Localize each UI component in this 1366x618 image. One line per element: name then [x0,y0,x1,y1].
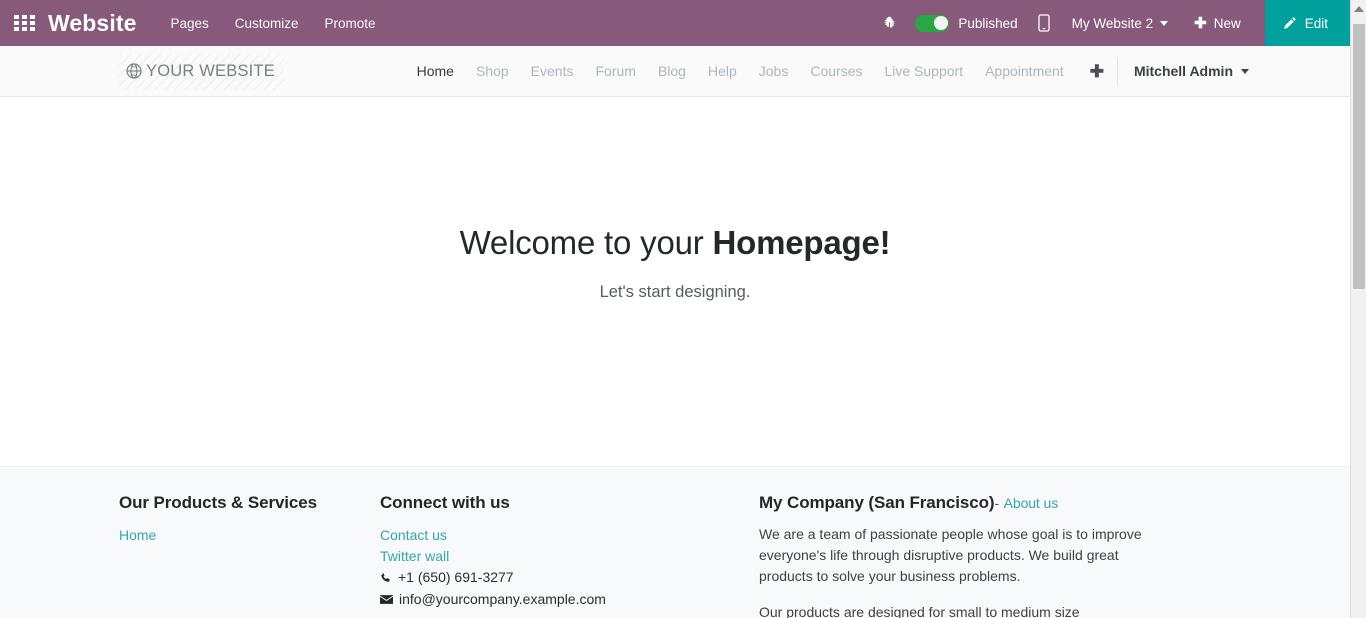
footer-paragraph-2: Our products are designed for small to m… [759,604,1080,618]
pencil-icon [1283,17,1296,30]
envelope-icon [380,594,393,605]
footer-phone-row: +1 (650) 691-3277 [380,567,759,589]
user-menu-dropdown[interactable]: Mitchell Admin [1120,63,1249,79]
website-footer: Our Products & Services Home Connect wit… [0,466,1350,618]
footer-heading-company: My Company (San Francisco)- About us [759,493,1169,513]
toggle-knob [933,16,948,30]
odoo-system-bar: Website Pages Customize Promote Publishe… [0,0,1350,46]
new-button-label: New [1213,15,1241,31]
page-title-bold: Homepage! [712,224,891,261]
sysmenu-item-pages[interactable]: Pages [170,16,208,31]
nav-item-jobs[interactable]: Jobs [748,63,800,79]
footer-column-products: Our Products & Services Home [0,493,380,618]
phone-icon [380,572,392,584]
footer-column-company: My Company (San Francisco)- About us We … [759,493,1229,618]
nav-item-live-support[interactable]: Live Support [873,63,974,79]
chevron-down-icon [1160,20,1169,26]
apps-grid-icon[interactable] [14,15,36,31]
website-logo-text: YOUR WEBSITE [146,61,275,80]
sysmenu-item-customize[interactable]: Customize [235,16,299,31]
website-selector-dropdown[interactable]: My Website 2 [1072,16,1169,31]
nav-item-help[interactable]: Help [697,63,748,79]
footer-link-about-us[interactable]: About us [1004,495,1059,511]
footer-column-connect: Connect with us Contact us Twitter wall … [380,493,759,618]
publish-toggle-switch[interactable] [915,14,950,32]
system-menu: Pages Customize Promote [170,16,375,31]
nav-item-blog[interactable]: Blog [647,63,697,79]
footer-heading-products: Our Products & Services [119,493,317,512]
mobile-preview-icon[interactable] [1037,14,1050,32]
nav-item-home[interactable]: Home [406,63,465,79]
app-name: Website [48,9,137,36]
footer-email-row: info@yourcompany.example.com [380,589,759,611]
footer-link-twitter-wall[interactable]: Twitter wall [380,546,759,567]
sysmenu-item-promote[interactable]: Promote [325,16,376,31]
nav-item-courses[interactable]: Courses [799,63,873,79]
page-scrollbar[interactable] [1350,0,1366,618]
system-bar-right: Published My Website 2 ✚ New Edit [882,0,1350,46]
page-title-light: Welcome to your [459,224,713,261]
bug-icon[interactable] [882,15,897,31]
user-menu-label: Mitchell Admin [1133,63,1233,79]
publish-status-label: Published [958,15,1018,31]
footer-company-name: My Company (San Francisco) [759,493,995,512]
nav-item-forum[interactable]: Forum [584,63,646,79]
website-selector-label: My Website 2 [1071,15,1154,31]
edit-button[interactable]: Edit [1264,0,1350,46]
website-logo[interactable]: YOUR WEBSITE [119,52,284,90]
website-nav-menu: Home Shop Events Forum Blog Help Jobs Co… [406,56,1350,86]
edit-button-label: Edit [1304,15,1328,31]
footer-link-contact-us[interactable]: Contact us [380,525,759,546]
publish-toggle-group[interactable]: Published [915,14,1018,32]
new-button[interactable]: ✚ New [1194,16,1241,31]
chevron-down-icon [1241,68,1249,74]
nav-item-appointment[interactable]: Appointment [974,63,1075,79]
hero-section: Welcome to your Homepage! Let's start de… [0,97,1350,466]
footer-paragraph-1: We are a team of passionate people whose… [759,526,1142,584]
nav-item-events[interactable]: Events [520,63,585,79]
footer-phone-number: +1 (650) 691-3277 [398,569,514,585]
add-page-plus-icon[interactable]: ✚ [1075,63,1117,80]
nav-item-shop[interactable]: Shop [465,63,520,79]
footer-link-home[interactable]: Home [119,525,380,546]
scroll-up-arrow-icon[interactable] [1351,0,1366,17]
footer-dash: - [994,495,1000,511]
globe-icon [126,63,142,79]
page-title: Welcome to your Homepage! [460,223,891,263]
plus-icon: ✚ [1194,14,1207,32]
website-preview-frame: YOUR WEBSITE Home Shop Events Forum Blog… [0,46,1350,618]
footer-heading-connect: Connect with us [380,493,510,512]
website-header: YOUR WEBSITE Home Shop Events Forum Blog… [0,46,1350,97]
nav-divider [1116,56,1118,86]
page-subtitle: Let's start designing. [599,282,751,301]
scroll-thumb[interactable] [1353,24,1365,289]
footer-email-address: info@yourcompany.example.com [399,590,606,607]
